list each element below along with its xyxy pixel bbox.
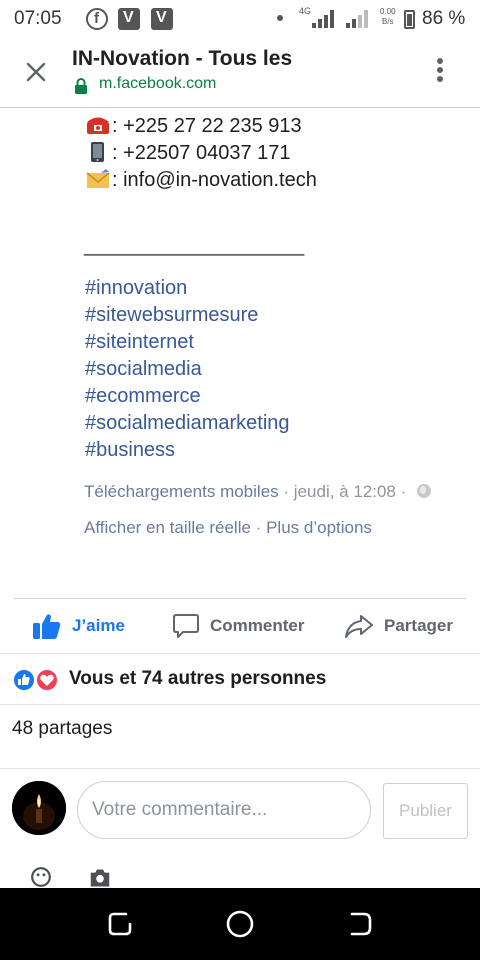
hashtag-link[interactable]: #business — [85, 439, 175, 462]
publish-button[interactable]: Publier — [383, 783, 468, 839]
status-time: 07:05 — [14, 8, 62, 29]
contact-mobile: : +22507 04037 171 — [86, 142, 291, 165]
hashtag-link[interactable]: #siteinternet — [85, 331, 194, 354]
share-arrow-icon — [345, 615, 373, 638]
battery-level: 86 % — [422, 8, 466, 29]
meta-separator: · — [400, 482, 407, 501]
contact-phone-text: : +225 27 22 235 913 — [112, 115, 302, 137]
post-timestamp[interactable]: jeudi, à 12:08 — [294, 482, 396, 501]
thumbs-up-icon — [33, 614, 61, 639]
view-full-size-link[interactable]: Afficher en taille réelle — [84, 518, 251, 537]
love-reaction-icon — [35, 668, 59, 692]
network-speed-unit: B/s — [382, 17, 394, 26]
page-title: IN-Novation - Tous les — [72, 47, 293, 70]
envelope-icon — [86, 169, 110, 189]
emoji-icon[interactable] — [26, 866, 56, 888]
like-reaction-icon — [12, 668, 36, 692]
status-bar: 07:05 f V V 4G 0.00 B/s 86 % — [0, 0, 480, 40]
contact-email: : info@in-novation.tech — [86, 169, 317, 192]
contact-phone: : +225 27 22 235 913 — [86, 115, 302, 138]
comment-label: Commenter — [210, 616, 305, 635]
photo-meta: Téléchargements mobiles · jeudi, à 12:08… — [84, 482, 432, 502]
v-app-notification-icon-2: V — [151, 8, 173, 30]
comment-bubble-icon — [173, 614, 199, 638]
meta-separator: · — [283, 482, 290, 501]
reactions-summary[interactable]: Vous et 74 autres personnes — [0, 653, 480, 705]
avatar — [12, 781, 66, 835]
like-label: J’aime — [72, 616, 125, 635]
more-options-link[interactable]: Plus d’options — [266, 518, 372, 537]
comment-input[interactable] — [77, 781, 371, 839]
contact-mobile-text: : +22507 04037 171 — [112, 142, 291, 164]
shares-count: 48 partages — [12, 718, 113, 739]
like-button[interactable]: J’aime — [32, 611, 125, 641]
facebook-notification-icon: f — [86, 8, 108, 30]
system-navigation-bar — [0, 888, 480, 960]
lock-icon — [75, 78, 87, 94]
network-type: 4G — [299, 6, 312, 16]
shares-row[interactable]: 48 partages — [0, 705, 480, 769]
v-app-notification-icon: V — [118, 8, 140, 30]
mobile-phone-icon — [86, 142, 110, 162]
meta-separator: · — [255, 518, 262, 537]
camera-icon[interactable] — [85, 868, 115, 888]
signal-icon — [312, 10, 338, 28]
hashtag-link[interactable]: #innovation — [85, 277, 187, 300]
post-action-bar: J’aime Commenter Partager — [14, 598, 466, 652]
notification-dot-icon — [277, 15, 283, 21]
comment-button[interactable]: Commenter — [172, 611, 304, 641]
custom-tab-toolbar: IN-Novation - Tous les m.facebook.com — [0, 40, 480, 108]
contact-email-text: : info@in-novation.tech — [112, 169, 317, 191]
network-speed-value: 0.00 — [380, 7, 396, 16]
page-url[interactable]: m.facebook.com — [99, 75, 216, 93]
telephone-icon — [86, 115, 110, 135]
globe-icon — [417, 484, 432, 498]
hashtag-link[interactable]: #sitewebsurmesure — [85, 304, 258, 327]
reactions-count: Vous et 74 autres personnes — [69, 668, 327, 689]
battery-icon — [404, 10, 415, 29]
recent-apps-icon[interactable] — [104, 908, 136, 940]
signal-icon-2 — [346, 10, 372, 28]
hashtag-link[interactable]: #socialmediamarketing — [85, 412, 290, 435]
hashtag-link[interactable]: #ecommerce — [85, 385, 201, 408]
kebab-menu-icon[interactable] — [436, 58, 444, 88]
close-icon[interactable] — [24, 60, 48, 84]
album-link[interactable]: Téléchargements mobiles — [84, 482, 279, 501]
text-separator: ______________________ — [84, 236, 305, 256]
back-icon[interactable] — [344, 908, 376, 940]
hashtag-link[interactable]: #socialmedia — [85, 358, 202, 381]
network-speed: 0.00 B/s — [380, 7, 396, 27]
share-label: Partager — [384, 616, 453, 635]
share-button[interactable]: Partager — [344, 611, 453, 641]
home-icon[interactable] — [224, 908, 256, 940]
photo-links: Afficher en taille réelle · Plus d’optio… — [84, 518, 372, 538]
